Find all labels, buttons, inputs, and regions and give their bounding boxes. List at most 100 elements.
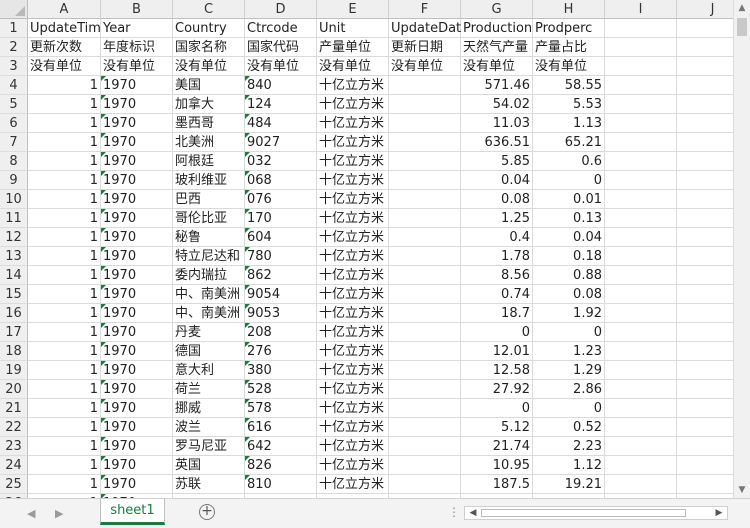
cell-e20[interactable]: 十亿立方米 — [317, 380, 389, 399]
cell-e25[interactable]: 十亿立方米 — [317, 475, 389, 494]
cell-b23[interactable]: 1970 — [101, 437, 173, 456]
cell-i1[interactable] — [605, 19, 677, 38]
cell-g5[interactable]: 54.02 — [461, 95, 533, 114]
cell-a10[interactable]: 1 — [28, 190, 101, 209]
cell-i25[interactable] — [605, 475, 677, 494]
row-header[interactable]: 15 — [0, 285, 28, 304]
cell-h15[interactable]: 0.08 — [533, 285, 605, 304]
cell-c24[interactable]: 英国 — [173, 456, 245, 475]
cell-h1[interactable]: Prodperc — [533, 19, 605, 38]
cell-b7[interactable]: 1970 — [101, 133, 173, 152]
cell-a21[interactable]: 1 — [28, 399, 101, 418]
cell-a1[interactable]: UpdateTim — [28, 19, 101, 38]
cell-g15[interactable]: 0.74 — [461, 285, 533, 304]
cell-h7[interactable]: 65.21 — [533, 133, 605, 152]
column-header-e[interactable]: E — [317, 0, 389, 19]
cell-b1[interactable]: Year — [101, 19, 173, 38]
add-sheet-icon[interactable]: + — [199, 504, 215, 520]
cell-d19[interactable]: 380 — [245, 361, 317, 380]
cell-f9[interactable] — [389, 171, 461, 190]
cell-e17[interactable]: 十亿立方米 — [317, 323, 389, 342]
cell-d18[interactable]: 276 — [245, 342, 317, 361]
cell-e23[interactable]: 十亿立方米 — [317, 437, 389, 456]
cell-d10[interactable]: 076 — [245, 190, 317, 209]
cell-g7[interactable]: 636.51 — [461, 133, 533, 152]
cell-b9[interactable]: 1970 — [101, 171, 173, 190]
cell-i9[interactable] — [605, 171, 677, 190]
cell-c16[interactable]: 中、南美洲 — [173, 304, 245, 323]
row-header[interactable]: 8 — [0, 152, 28, 171]
cell-b3[interactable]: 没有单位 — [101, 57, 173, 76]
cell-f23[interactable] — [389, 437, 461, 456]
row-header[interactable]: 14 — [0, 266, 28, 285]
cell-a14[interactable]: 1 — [28, 266, 101, 285]
select-all-corner[interactable] — [0, 0, 28, 19]
vertical-scrollbar[interactable]: ▲ ▼ — [733, 0, 750, 498]
cell-e15[interactable]: 十亿立方米 — [317, 285, 389, 304]
cell-b20[interactable]: 1970 — [101, 380, 173, 399]
cell-g12[interactable]: 0.4 — [461, 228, 533, 247]
cell-j13[interactable] — [677, 247, 733, 266]
cell-a12[interactable]: 1 — [28, 228, 101, 247]
cell-e16[interactable]: 十亿立方米 — [317, 304, 389, 323]
column-header-d[interactable]: D — [245, 0, 317, 19]
cell-h8[interactable]: 0.6 — [533, 152, 605, 171]
cell-c18[interactable]: 德国 — [173, 342, 245, 361]
cell-c22[interactable]: 波兰 — [173, 418, 245, 437]
cell-j2[interactable] — [677, 38, 733, 57]
cell-d20[interactable]: 528 — [245, 380, 317, 399]
cell-c7[interactable]: 北美洲 — [173, 133, 245, 152]
cell-f3[interactable]: 没有单位 — [389, 57, 461, 76]
cell-b12[interactable]: 1970 — [101, 228, 173, 247]
cell-h12[interactable]: 0.04 — [533, 228, 605, 247]
cell-f16[interactable] — [389, 304, 461, 323]
cell-i7[interactable] — [605, 133, 677, 152]
cell-a2[interactable]: 更新次数 — [28, 38, 101, 57]
row-header[interactable]: 4 — [0, 76, 28, 95]
cell-j12[interactable] — [677, 228, 733, 247]
cell-j9[interactable] — [677, 171, 733, 190]
row-header[interactable]: 23 — [0, 437, 28, 456]
cell-j5[interactable] — [677, 95, 733, 114]
tab-splitter-icon[interactable]: ⋮ — [448, 505, 460, 519]
cell-d11[interactable]: 170 — [245, 209, 317, 228]
cell-h4[interactable]: 58.55 — [533, 76, 605, 95]
cell-h21[interactable]: 0 — [533, 399, 605, 418]
row-header[interactable]: 2 — [0, 38, 28, 57]
row-header[interactable]: 18 — [0, 342, 28, 361]
cell-h22[interactable]: 0.52 — [533, 418, 605, 437]
row-header[interactable]: 24 — [0, 456, 28, 475]
cell-i18[interactable] — [605, 342, 677, 361]
cell-h13[interactable]: 0.18 — [533, 247, 605, 266]
row-header[interactable]: 17 — [0, 323, 28, 342]
cell-f13[interactable] — [389, 247, 461, 266]
cell-c6[interactable]: 墨西哥 — [173, 114, 245, 133]
cell-d12[interactable]: 604 — [245, 228, 317, 247]
cell-g8[interactable]: 5.85 — [461, 152, 533, 171]
cell-h19[interactable]: 1.29 — [533, 361, 605, 380]
cell-b19[interactable]: 1970 — [101, 361, 173, 380]
cell-h6[interactable]: 1.13 — [533, 114, 605, 133]
cell-i19[interactable] — [605, 361, 677, 380]
cell-d9[interactable]: 068 — [245, 171, 317, 190]
cell-e8[interactable]: 十亿立方米 — [317, 152, 389, 171]
row-header[interactable]: 11 — [0, 209, 28, 228]
cell-j8[interactable] — [677, 152, 733, 171]
cell-b2[interactable]: 年度标识 — [101, 38, 173, 57]
cell-h18[interactable]: 1.23 — [533, 342, 605, 361]
cell-g4[interactable]: 571.46 — [461, 76, 533, 95]
cell-g18[interactable]: 12.01 — [461, 342, 533, 361]
cell-f1[interactable]: UpdateDat — [389, 19, 461, 38]
row-header[interactable]: 10 — [0, 190, 28, 209]
cell-b6[interactable]: 1970 — [101, 114, 173, 133]
cell-c10[interactable]: 巴西 — [173, 190, 245, 209]
cell-j17[interactable] — [677, 323, 733, 342]
cell-j19[interactable] — [677, 361, 733, 380]
cell-i13[interactable] — [605, 247, 677, 266]
cell-g1[interactable]: Production — [461, 19, 533, 38]
cell-i11[interactable] — [605, 209, 677, 228]
cell-h17[interactable]: 0 — [533, 323, 605, 342]
cell-c11[interactable]: 哥伦比亚 — [173, 209, 245, 228]
cell-f18[interactable] — [389, 342, 461, 361]
cell-j22[interactable] — [677, 418, 733, 437]
